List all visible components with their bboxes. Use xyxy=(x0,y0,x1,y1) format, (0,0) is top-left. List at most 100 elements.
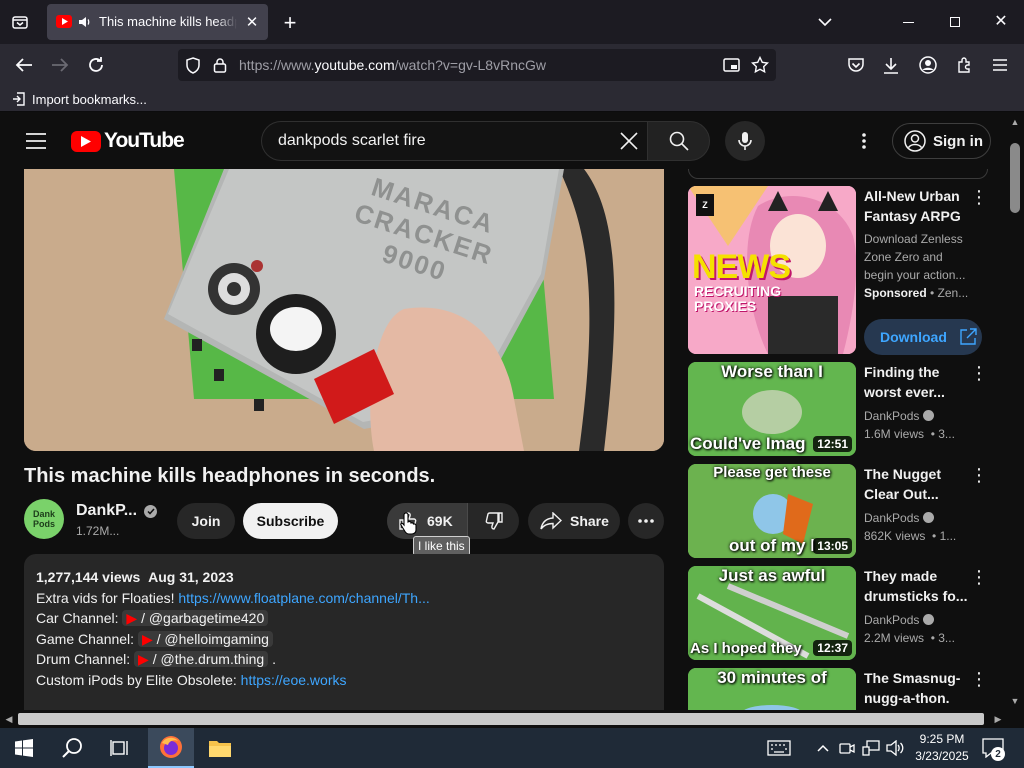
video-thumbnail[interactable]: Worse than I Could've Imag 12:51 xyxy=(688,362,856,456)
keyboard-icon[interactable] xyxy=(766,738,792,758)
import-bookmarks-item[interactable]: Import bookmarks... xyxy=(12,90,147,108)
clear-search-icon[interactable] xyxy=(618,130,640,152)
close-tab-icon[interactable]: ✕ xyxy=(243,13,261,31)
ad-title[interactable]: All-New Urban Fantasy ARPG xyxy=(864,186,972,226)
chevron-down-icon[interactable] xyxy=(814,12,836,32)
video-channel[interactable]: DankPods xyxy=(864,611,934,629)
car-channel-chip[interactable]: ▶ / @garbagetime420 xyxy=(122,610,269,626)
browser-tab-active[interactable]: This machine kills headphones in seconds… xyxy=(47,4,268,40)
show-hidden-icons-chevron-icon[interactable] xyxy=(814,740,832,756)
views-label: 862K views xyxy=(864,529,926,543)
search-button[interactable] xyxy=(647,121,710,161)
sign-in-button[interactable]: Sign in xyxy=(892,123,991,159)
scroll-up-arrow-icon[interactable]: ▲ xyxy=(1009,117,1021,127)
item-menu-icon[interactable]: ⋮ xyxy=(970,568,988,586)
pocket-icon[interactable] xyxy=(845,54,867,76)
video-title-item[interactable]: The Nugget Clear Out... xyxy=(864,464,972,504)
search-input[interactable]: dankpods scarlet fire xyxy=(261,121,647,161)
car-channel-label: Car Channel: xyxy=(36,610,119,626)
more-actions-button[interactable] xyxy=(628,503,664,539)
item-menu-icon[interactable]: ⋮ xyxy=(970,188,988,206)
hamburger-menu-icon[interactable] xyxy=(24,129,48,153)
start-button-windows-icon[interactable] xyxy=(0,728,48,768)
floatplane-link[interactable]: https://www.floatplane.com/channel/Th... xyxy=(178,590,429,606)
thumbnail-caption-top: 30 minutes of xyxy=(717,668,827,687)
back-icon[interactable] xyxy=(12,53,36,77)
list-all-tabs-icon[interactable] xyxy=(8,10,32,34)
reload-icon[interactable] xyxy=(84,53,108,77)
video-title-item[interactable]: The Smasnug-nugg-a-thon. xyxy=(864,668,972,708)
speaker-icon[interactable] xyxy=(77,14,93,30)
scroll-left-arrow-icon[interactable]: ◀ xyxy=(3,713,15,725)
eoe-link[interactable]: https://eoe.works xyxy=(241,672,347,688)
video-description[interactable]: 1,277,144 views Aug 31, 2023 Extra vids … xyxy=(24,554,664,710)
channel-avatar[interactable]: Dank Pods xyxy=(24,499,64,539)
volume-icon[interactable] xyxy=(885,739,905,757)
item-menu-icon[interactable]: ⋮ xyxy=(970,466,988,484)
video-thumbnail[interactable]: Please get these out of my l 13:05 xyxy=(688,464,856,558)
dislike-button[interactable] xyxy=(469,503,519,539)
video-duration: 12:51 xyxy=(813,436,852,452)
address-bar[interactable]: https://www.youtube.com/watch?v=gv-L8vRn… xyxy=(178,49,776,81)
video-thumbnail[interactable]: Just as awful As I hoped they 12:37 xyxy=(688,566,856,660)
menu-icon[interactable] xyxy=(989,54,1011,76)
join-button[interactable]: Join xyxy=(177,503,235,539)
video-channel[interactable]: DankPods xyxy=(864,509,934,527)
bookmark-star-icon[interactable] xyxy=(750,55,770,75)
scroll-down-arrow-icon[interactable]: ▼ xyxy=(1009,696,1021,706)
video-title-item[interactable]: Finding the worst ever... xyxy=(864,362,972,402)
picture-in-picture-icon[interactable] xyxy=(722,56,740,74)
video-player[interactable]: MARACA CRACKER 9000 xyxy=(24,169,664,451)
recommended-video-3[interactable]: Just as awful As I hoped they 12:37 They… xyxy=(688,566,988,660)
system-clock[interactable]: 9:25 PM 3/23/2025 xyxy=(912,731,972,765)
game-channel-label: Game Channel: xyxy=(36,630,135,647)
sponsored-item[interactable]: NEWS RECRUITING PROXIES Z All-New Urban … xyxy=(688,186,988,355)
downloads-icon[interactable] xyxy=(880,54,902,76)
restore-icon[interactable] xyxy=(950,17,960,27)
horizontal-scrollbar-thumb[interactable] xyxy=(18,713,984,725)
item-menu-icon[interactable]: ⋮ xyxy=(970,670,988,688)
subscribe-button[interactable]: Subscribe xyxy=(243,503,338,539)
youtube-logo[interactable]: YouTube xyxy=(71,129,185,152)
scrollbar-thumb[interactable] xyxy=(1010,143,1020,213)
channel-name[interactable]: DankP... xyxy=(76,502,137,520)
recommended-video-2[interactable]: Please get these out of my l 13:05 The N… xyxy=(688,464,988,558)
video-stats: 862K views • 1... xyxy=(864,527,956,545)
meet-now-icon[interactable] xyxy=(838,739,856,757)
video-channel[interactable]: DankPods xyxy=(864,407,934,425)
settings-kebab-icon[interactable] xyxy=(856,131,872,151)
network-icon[interactable] xyxy=(861,739,881,757)
item-menu-icon[interactable]: ⋮ xyxy=(970,364,988,382)
minimize-icon[interactable] xyxy=(903,22,914,23)
ad-thumbnail[interactable]: NEWS RECRUITING PROXIES Z xyxy=(688,186,856,354)
drum-channel-chip[interactable]: ▶ / @the.drum.thing xyxy=(134,651,269,667)
vertical-scrollbar[interactable]: ▲ ▼ xyxy=(1006,113,1024,710)
drum-channel-handle: / @the.drum.thing xyxy=(152,651,265,667)
forward-icon[interactable] xyxy=(48,53,72,77)
new-tab-icon[interactable]: + xyxy=(278,10,302,35)
account-icon[interactable] xyxy=(917,54,939,76)
task-view-icon[interactable] xyxy=(96,728,144,768)
close-window-icon[interactable]: ✕ xyxy=(993,13,1009,30)
channel-name-row[interactable]: DankP... xyxy=(76,502,158,520)
horizontal-scrollbar[interactable]: ◀ ▶ xyxy=(0,710,1024,728)
recommended-video-1[interactable]: Worse than I Could've Imag 12:51 Finding… xyxy=(688,362,988,456)
game-channel-chip[interactable]: ▶ / @helloimgaming xyxy=(137,630,273,647)
ad-thumbnail-subtext: RECRUITING PROXIES xyxy=(694,283,782,314)
video-title-item[interactable]: They made drumsticks fo... xyxy=(864,566,972,606)
extensions-icon[interactable] xyxy=(953,54,975,76)
firefox-taskbar-button[interactable] xyxy=(148,728,194,768)
share-button[interactable]: Share xyxy=(528,503,620,539)
recommended-video-4[interactable]: 30 minutes of The Smasnug-nugg-a-thon. ⋮ xyxy=(688,668,988,710)
voice-search-button[interactable] xyxy=(725,121,765,161)
file-explorer-taskbar-button[interactable] xyxy=(196,728,244,768)
shield-icon[interactable] xyxy=(184,56,202,74)
verified-badge-icon xyxy=(144,504,158,518)
video-thumbnail[interactable]: 30 minutes of xyxy=(688,668,856,710)
notification-center-icon[interactable]: 2 xyxy=(980,737,1006,761)
description-line-ipods: Custom iPods by Elite Obsolete: https://… xyxy=(36,670,652,691)
lock-icon[interactable] xyxy=(211,56,229,74)
scroll-right-arrow-icon[interactable]: ▶ xyxy=(992,713,1004,725)
download-ad-button[interactable]: Download xyxy=(864,319,982,355)
search-taskbar-icon[interactable] xyxy=(48,728,96,768)
